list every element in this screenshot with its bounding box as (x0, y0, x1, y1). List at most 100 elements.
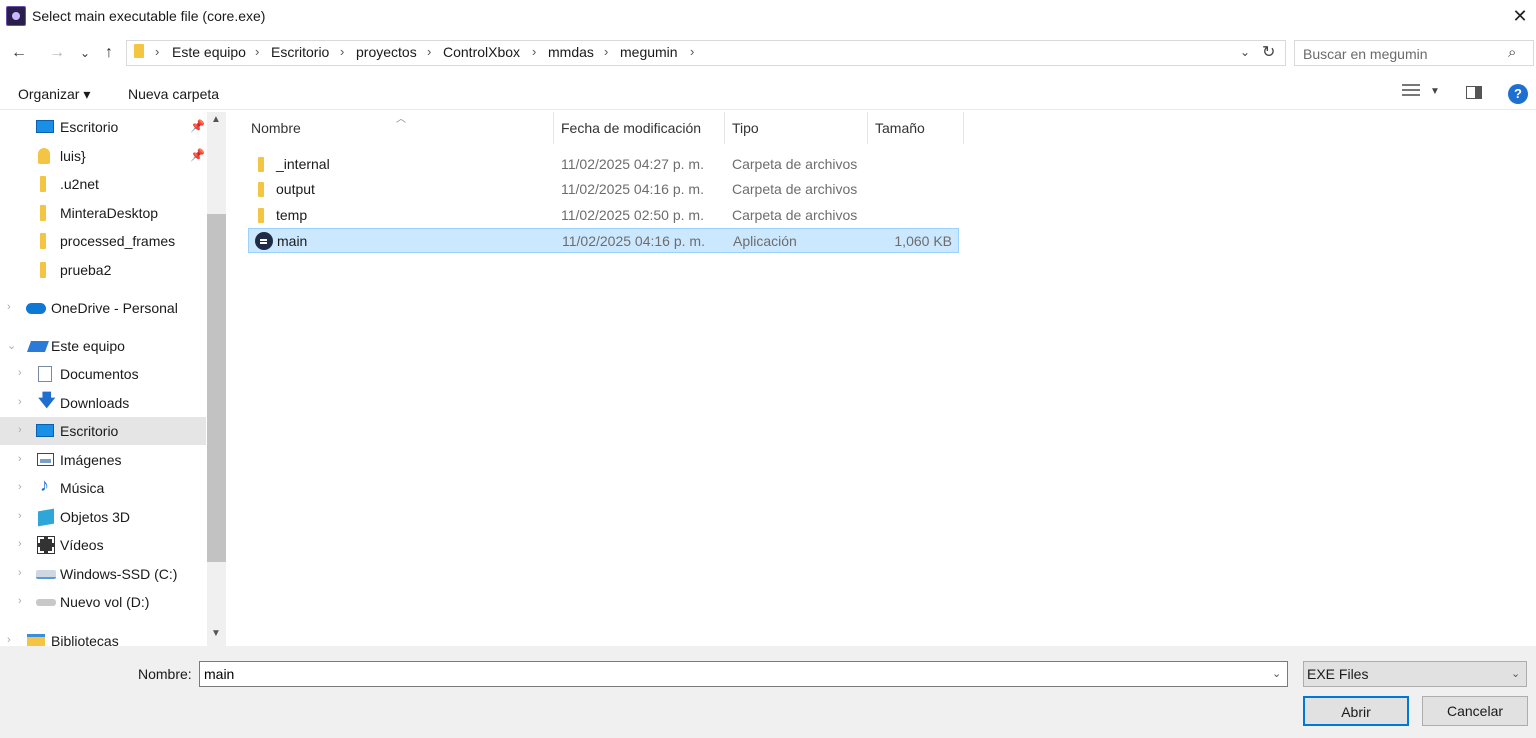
expand-chevron-icon[interactable]: › (18, 396, 22, 408)
drive-d-icon (36, 599, 56, 606)
sidebar-item-label: Bibliotecas (51, 633, 119, 646)
search-input[interactable]: Buscar en megumin (1303, 46, 1428, 62)
expand-chevron-icon[interactable]: › (18, 595, 22, 607)
preview-pane-icon[interactable] (1466, 86, 1482, 99)
filter-dropdown-chevron-icon[interactable]: ⌄ (1511, 667, 1520, 680)
address-dropdown-chevron-icon[interactable]: ⌄ (1240, 45, 1250, 59)
column-header-size[interactable]: Tamaño (875, 120, 925, 136)
user-folder-icon (38, 148, 50, 164)
view-dropdown-icon[interactable]: ▼ (1430, 86, 1440, 97)
breadcrumb-item[interactable]: mmdas (548, 44, 594, 60)
filename-input[interactable] (199, 661, 1288, 687)
folder-icon (40, 262, 46, 278)
expand-chevron-icon[interactable]: › (18, 424, 22, 436)
expand-chevron-icon[interactable]: › (7, 301, 11, 313)
organize-menu-button[interactable]: Organizar ▾ (18, 86, 90, 103)
breadcrumb-item[interactable]: Escritorio (271, 44, 329, 60)
column-header-type[interactable]: Tipo (732, 120, 759, 136)
pin-icon[interactable]: 📌 (190, 119, 205, 133)
scroll-up-arrow-icon[interactable]: ▲ (211, 114, 221, 125)
help-icon[interactable]: ? (1508, 84, 1528, 104)
file-type-filter-value: EXE Files (1307, 666, 1369, 682)
file-date: 11/02/2025 04:16 p. m. (561, 181, 704, 197)
up-arrow-icon[interactable]: ↑ (100, 44, 118, 62)
sidebar-item-videos[interactable]: › Vídeos (0, 531, 206, 559)
file-row-internal[interactable]: _internal 11/02/2025 04:27 p. m. Carpeta… (248, 152, 959, 177)
column-header-name[interactable]: Nombre (251, 120, 301, 136)
expand-chevron-icon[interactable]: › (18, 481, 22, 493)
sidebar-item-u2net[interactable]: .u2net (0, 170, 206, 198)
open-button[interactable]: Abrir (1303, 696, 1409, 726)
expand-chevron-icon[interactable]: › (18, 538, 22, 550)
column-divider[interactable] (553, 112, 554, 144)
search-icon[interactable]: ⌕ (1508, 44, 1516, 61)
column-header-date[interactable]: Fecha de modificación (561, 120, 701, 136)
documents-icon (38, 366, 52, 382)
scroll-down-arrow-icon[interactable]: ▼ (211, 628, 221, 639)
sidebar-item-label: Escritorio (60, 119, 119, 135)
breadcrumb-item[interactable]: megumin (620, 44, 678, 60)
new-folder-button[interactable]: Nueva carpeta (128, 86, 219, 102)
folder-icon (40, 233, 46, 249)
sidebar-item-downloads[interactable]: › 🡇 Downloads (0, 389, 206, 417)
this-pc-icon (26, 341, 50, 352)
cancel-button[interactable]: Cancelar (1422, 696, 1528, 726)
sidebar-item-minteradesktop[interactable]: MinteraDesktop (0, 199, 206, 227)
sort-ascending-icon: ︿ (396, 114, 406, 125)
sidebar-item-imagenes[interactable]: › Imágenes (0, 446, 206, 474)
file-row-temp[interactable]: temp 11/02/2025 02:50 p. m. Carpeta de a… (248, 203, 959, 228)
sidebar-item-objetos-3d[interactable]: › Objetos 3D (0, 503, 206, 531)
refresh-icon[interactable]: ↻ (1262, 42, 1275, 62)
file-row-main[interactable]: main 11/02/2025 04:16 p. m. Aplicación 1… (248, 228, 959, 253)
sidebar-item-onedrive[interactable]: › OneDrive - Personal (0, 294, 206, 322)
close-button[interactable]: ✕ (1508, 4, 1532, 28)
file-row-output[interactable]: output 11/02/2025 04:16 p. m. Carpeta de… (248, 177, 959, 202)
sidebar-item-drive-c[interactable]: › Windows-SSD (C:) (0, 560, 206, 588)
sidebar-item-processed-frames[interactable]: processed_frames (0, 227, 206, 255)
breadcrumb-item[interactable]: ControlXbox (443, 44, 520, 60)
expand-chevron-icon[interactable]: › (18, 567, 22, 579)
file-name: output (276, 181, 315, 197)
sidebar-item-label: processed_frames (60, 233, 176, 249)
expand-chevron-icon[interactable]: › (18, 453, 22, 465)
file-size: 1,060 KB (894, 233, 952, 249)
sidebar-item-documentos[interactable]: › Documentos (0, 360, 206, 388)
sidebar-scrollbar-thumb[interactable] (207, 214, 226, 562)
filename-history-chevron-icon[interactable]: ⌄ (1272, 667, 1281, 680)
forward-arrow-icon[interactable]: → (48, 44, 66, 62)
sidebar-item-label: Objetos 3D (60, 509, 131, 525)
file-date: 11/02/2025 02:50 p. m. (561, 207, 704, 223)
expand-chevron-icon[interactable]: › (7, 634, 11, 646)
sidebar-item-prueba2[interactable]: prueba2 (0, 256, 206, 284)
column-divider[interactable] (963, 112, 964, 144)
file-type: Aplicación (733, 233, 797, 249)
file-name: _internal (276, 156, 330, 172)
sidebar-item-escritorio[interactable]: › Escritorio (0, 417, 206, 445)
sidebar-item-label: luis} (60, 148, 86, 164)
file-name: temp (276, 207, 308, 223)
breadcrumb-item[interactable]: Este equipo (172, 44, 246, 60)
sidebar-item-label: Documentos (60, 366, 139, 382)
downloads-icon: 🡇 (38, 391, 56, 410)
sidebar-item-escritorio-pinned[interactable]: Escritorio 📌 (0, 113, 206, 141)
sidebar-item-luis[interactable]: luis} 📌 (0, 142, 206, 170)
sidebar-item-drive-d[interactable]: › Nuevo vol (D:) (0, 588, 206, 616)
column-divider[interactable] (724, 112, 725, 144)
column-divider[interactable] (867, 112, 868, 144)
desktop-icon (36, 424, 54, 437)
pin-icon[interactable]: 📌 (190, 148, 205, 162)
sidebar-item-este-equipo[interactable]: ⌄ Este equipo (0, 332, 206, 360)
sidebar-item-musica[interactable]: › ♪ Música (0, 474, 206, 502)
expand-chevron-icon[interactable]: › (18, 510, 22, 522)
command-bar (0, 78, 1536, 110)
expand-chevron-icon[interactable]: › (18, 367, 22, 379)
back-arrow-icon[interactable]: ← (10, 44, 28, 62)
file-name: main (277, 233, 308, 249)
breadcrumb-item[interactable]: proyectos (356, 44, 417, 60)
recent-locations-chevron-icon[interactable]: ⌄ (76, 44, 94, 62)
sidebar-item-label: prueba2 (60, 262, 112, 278)
sidebar-item-bibliotecas[interactable]: › Bibliotecas (0, 627, 206, 646)
view-options-icon[interactable] (1402, 84, 1420, 100)
collapse-chevron-icon[interactable]: ⌄ (7, 339, 16, 352)
drive-c-icon (36, 570, 56, 579)
